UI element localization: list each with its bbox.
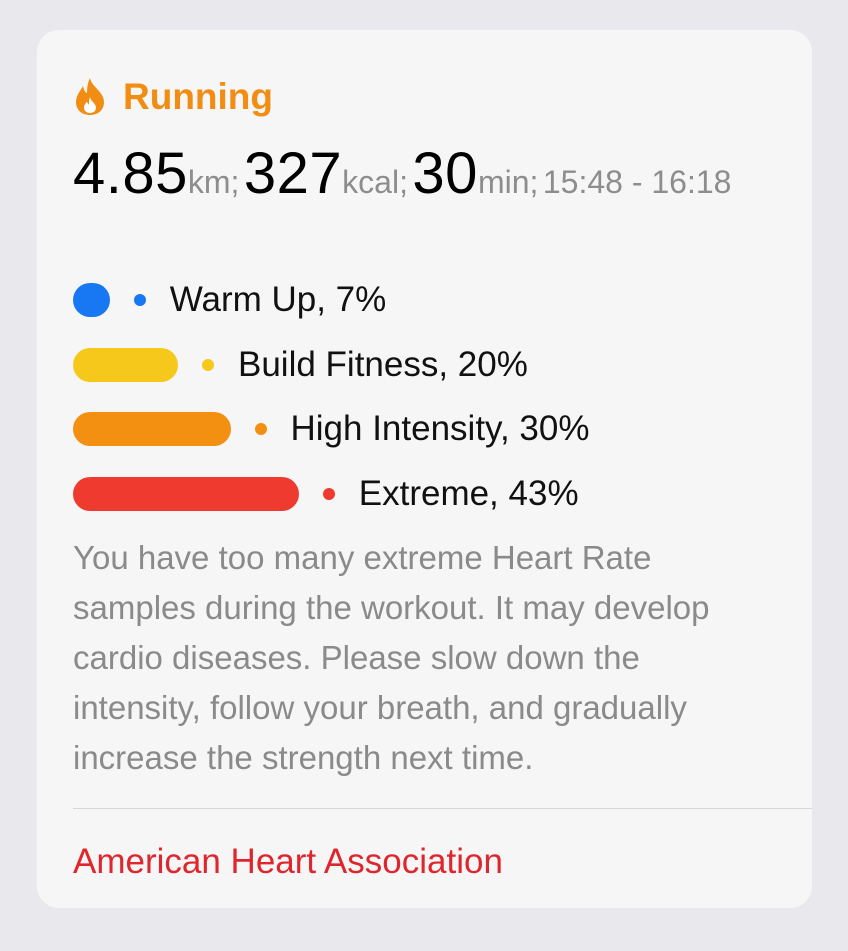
- distance-value: 4.85: [73, 141, 188, 206]
- american-heart-association-link[interactable]: American Heart Association: [73, 842, 503, 882]
- zone-dot-icon: [202, 358, 214, 371]
- zone-label: Build Fitness, 20%: [238, 344, 528, 384]
- zone-label: Extreme, 43%: [358, 473, 579, 513]
- zone-row-build-fitness: Build Fitness, 20%: [73, 343, 589, 387]
- heart-rate-zones: Warm Up, 7% Build Fitness, 20% High Inte…: [73, 278, 589, 536]
- time-range: 15:48 - 16:18: [542, 164, 732, 200]
- calories-value: 327: [243, 141, 343, 206]
- distance-unit: km;: [187, 164, 240, 200]
- zone-label: High Intensity, 30%: [290, 409, 590, 448]
- workout-card: Running 4.85km; 327kcal; 30min; 15:48 - …: [37, 30, 812, 908]
- flame-icon: [76, 78, 104, 115]
- calories-unit: kcal;: [342, 164, 408, 200]
- zone-bar: [73, 347, 178, 382]
- zone-bar: [73, 283, 110, 317]
- zone-bar: [73, 412, 231, 446]
- zone-dot-icon: [133, 294, 146, 306]
- workout-summary: 4.85km; 327kcal; 30min; 15:48 - 16:18: [73, 142, 773, 206]
- workout-title: Running: [123, 75, 274, 117]
- advice-message: You have too many extreme Heart Rate sam…: [73, 539, 710, 776]
- workout-header: Running: [73, 76, 273, 116]
- zone-row-extreme: Extreme, 43%: [73, 472, 589, 516]
- duration-unit: min;: [477, 164, 539, 200]
- zone-row-warm-up: Warm Up, 7%: [73, 278, 589, 322]
- divider: [73, 808, 812, 809]
- zone-dot-icon: [322, 487, 335, 500]
- duration-value: 30: [412, 141, 478, 206]
- zone-row-high-intensity: High Intensity, 30%: [73, 407, 589, 451]
- zone-dot-icon: [254, 423, 267, 435]
- zone-label: Warm Up, 7%: [169, 280, 387, 319]
- zone-bar: [73, 476, 299, 511]
